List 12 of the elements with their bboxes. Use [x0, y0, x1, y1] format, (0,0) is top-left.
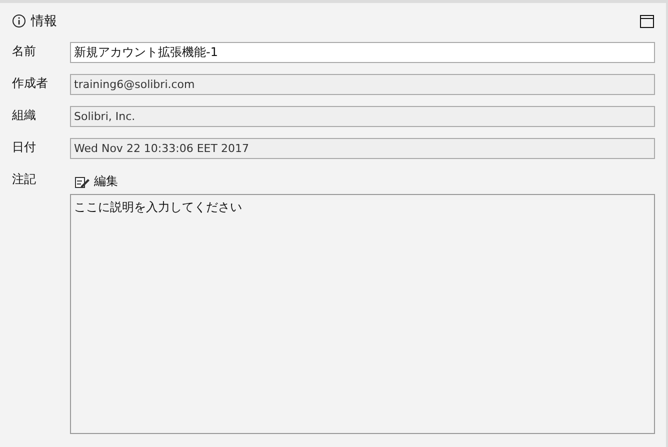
panel-title: 情報 — [31, 13, 57, 30]
field-label: 組織 — [12, 107, 37, 124]
field-label: 作成者 — [12, 75, 49, 92]
window-icon[interactable] — [640, 14, 654, 28]
field-label: 日付 — [12, 139, 37, 156]
field-label: 名前 — [12, 43, 37, 60]
notes-field[interactable]: ここに説明を入力してください — [70, 194, 655, 434]
field-label: 注記 — [12, 171, 37, 188]
edit-note-icon — [74, 174, 90, 188]
edit-button[interactable]: 編集 — [70, 170, 122, 193]
text-field[interactable]: 新規アカウント拡張機能-1 — [70, 42, 655, 63]
info-icon — [12, 14, 26, 28]
